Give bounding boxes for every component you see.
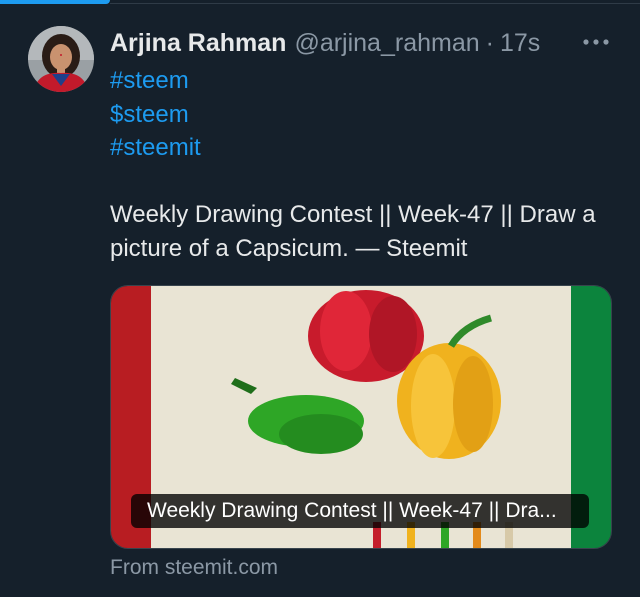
- tweet-text: Weekly Drawing Contest || Week-47 || Dra…: [110, 201, 596, 262]
- cashtag-link[interactable]: $steem: [110, 98, 610, 132]
- more-horizontal-icon: [583, 39, 609, 45]
- line-break: [110, 165, 610, 199]
- card-source[interactable]: From steemit.com: [110, 556, 278, 580]
- display-name[interactable]: Arjina Rahman: [110, 29, 286, 58]
- timestamp[interactable]: 17s: [500, 29, 540, 58]
- tweet-body: #steem $steem #steemit Weekly Drawing Co…: [110, 64, 610, 266]
- hashtag-link[interactable]: #steem: [110, 64, 610, 98]
- user-handle[interactable]: @arjina_rahman: [294, 29, 479, 58]
- hashtag-link[interactable]: #steemit: [110, 131, 610, 165]
- tweet[interactable]: Arjina Rahman @arjina_rahman · 17s #stee…: [0, 0, 640, 597]
- tweet-header: Arjina Rahman @arjina_rahman · 17s: [110, 28, 540, 58]
- card-title: Weekly Drawing Contest || Week-47 || Dra…: [131, 494, 589, 528]
- more-options-button[interactable]: [580, 30, 612, 54]
- avatar[interactable]: [28, 26, 94, 92]
- separator-dot: ·: [485, 28, 494, 57]
- link-preview-card[interactable]: Weekly Drawing Contest || Week-47 || Dra…: [110, 285, 612, 549]
